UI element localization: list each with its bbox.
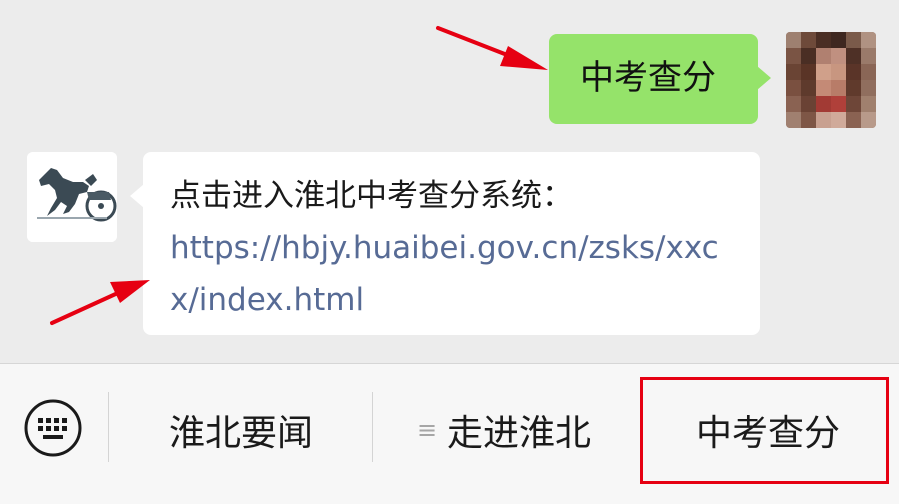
menu-item-label: 淮北要闻 (168, 413, 313, 454)
highlight-box (640, 377, 889, 484)
menu-item-huaibei-news[interactable]: 淮北要闻 (110, 398, 372, 462)
arrow-to-outgoing-icon (436, 26, 548, 70)
keyboard-toggle-button[interactable] (22, 397, 84, 459)
keyboard-icon (24, 399, 82, 457)
menu-item-about-huaibei[interactable]: ≡ 走进淮北 (373, 398, 635, 462)
menu-divider (108, 392, 109, 462)
menu-item-label: 走进淮北 (447, 413, 592, 454)
annotation-arrows (50, 26, 548, 325)
arrow-to-link-icon (50, 280, 150, 325)
chat-area: 中考查分 点击进入淮北中考查分系统： https://hbjy.huaibei.… (0, 0, 899, 363)
list-icon: ≡ (416, 416, 438, 444)
bottom-menu-bar: 淮北要闻 ≡ 走进淮北 中考查分 (0, 363, 899, 504)
